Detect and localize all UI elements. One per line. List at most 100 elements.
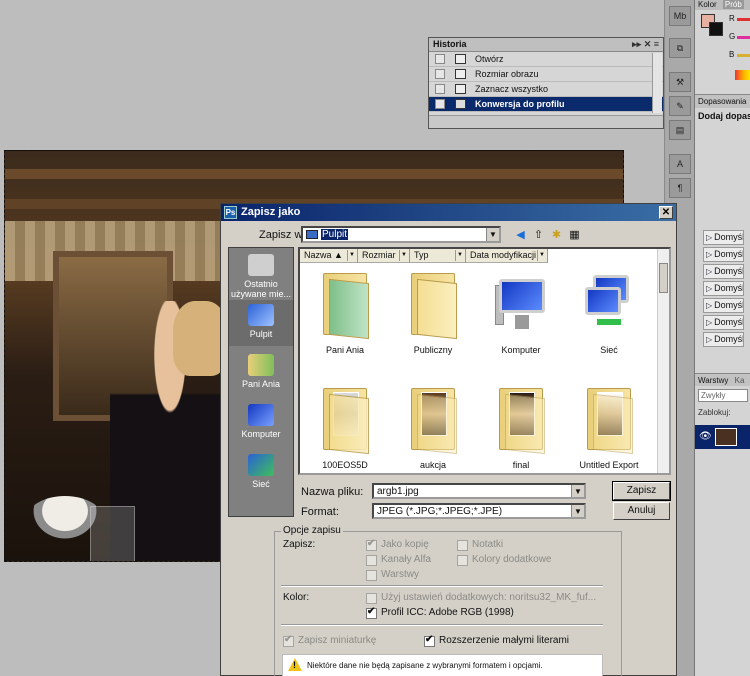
scrollbar-thumb[interactable] [659, 263, 668, 293]
column-header-date[interactable]: Data modyfikacji ▼ [466, 249, 548, 263]
file-item[interactable]: Untitled Export [569, 382, 649, 470]
alpha-channels-checkbox[interactable]: Kanały Alfa [366, 554, 431, 566]
b-slider[interactable] [737, 54, 750, 57]
tab-kolor[interactable]: Kolor [698, 0, 717, 9]
file-name-input[interactable]: argb1.jpg ▼ [372, 483, 586, 499]
tab-dopasowania[interactable]: Dopasowania [695, 94, 750, 108]
history-step[interactable]: Rozmiar obrazu [429, 67, 663, 82]
history-scrollbar[interactable] [652, 53, 662, 113]
folder-icon [407, 382, 459, 455]
spot-colors-checkbox[interactable]: Kolory dodatkowe [457, 554, 552, 566]
tab-kanaly[interactable]: Ka [735, 376, 745, 385]
layers-checkbox[interactable]: Warstwy [366, 569, 419, 581]
checkbox-label: Kanały Alfa [381, 554, 432, 565]
save-thumbnail-checkbox[interactable]: ✔ Zapisz miniaturkę [283, 634, 376, 647]
preset-item[interactable]: Domyśln [703, 332, 744, 347]
check-icon: ✔ [284, 634, 293, 645]
chevron-down-icon[interactable]: ▼ [399, 250, 408, 261]
preset-item[interactable]: Domyśln [703, 315, 744, 330]
preset-item[interactable]: Domyśln [703, 281, 744, 296]
lowercase-extension-checkbox[interactable]: ✔ Rozszerzenie małymi literami [424, 634, 569, 647]
photoshop-app-icon: Ps [224, 206, 237, 219]
column-header-size[interactable]: Rozmiar ▼ [358, 249, 410, 263]
snapshot-source-box[interactable] [435, 54, 445, 64]
color-ramp[interactable] [735, 70, 750, 80]
blend-mode-select[interactable]: Zwykły [698, 389, 748, 402]
view-menu-icon[interactable]: ▦ [567, 228, 582, 242]
icc-profile-checkbox[interactable]: ✔ Profil ICC: Adobe RGB (1998) [366, 606, 514, 619]
chevron-down-icon[interactable]: ▼ [571, 505, 584, 517]
clone-icon[interactable]: ▤ [669, 120, 691, 140]
column-header-type[interactable]: Typ ▼ [410, 249, 466, 263]
chevron-down-icon[interactable]: ▼ [347, 250, 356, 261]
file-item[interactable]: Pani Ania [305, 267, 385, 355]
history-step[interactable]: Zaznacz wszystko [429, 82, 663, 97]
save-in-select[interactable]: Pulpit ▼ [301, 226, 501, 243]
file-name: 100EOS5D [322, 460, 368, 470]
lock-label: Zablokuj: [698, 408, 731, 417]
divider [281, 585, 603, 587]
tools-icon[interactable]: ⚒ [669, 72, 691, 92]
color-panel: R G B [695, 10, 750, 82]
history-icon[interactable]: ⧉ [669, 38, 691, 58]
back-icon[interactable]: ◀ [513, 228, 528, 242]
history-step[interactable]: Otwórz [429, 52, 663, 67]
place-computer[interactable]: Komputer [229, 404, 293, 439]
cancel-button[interactable]: Anuluj [613, 502, 670, 520]
snapshot-source-box[interactable] [435, 99, 445, 109]
preset-item[interactable]: Domyśln [703, 298, 744, 313]
checkbox-label: Warstwy [381, 569, 419, 580]
chevron-down-icon[interactable]: ▼ [455, 250, 464, 261]
snapshot-source-box[interactable] [435, 84, 445, 94]
check-icon: ✔ [367, 606, 376, 617]
chevron-down-icon[interactable]: ▼ [537, 250, 546, 261]
checkbox-label: Profil ICC: Adobe RGB (1998) [381, 607, 514, 618]
place-network[interactable]: Sieć [229, 454, 293, 489]
eye-icon[interactable]: 👁 [699, 431, 712, 442]
brush-icon[interactable]: ✎ [669, 96, 691, 116]
chevron-down-icon[interactable]: ▼ [486, 228, 499, 241]
as-copy-checkbox[interactable]: ✔ Jako kopię [366, 538, 429, 551]
network-icon [583, 267, 635, 339]
save-button[interactable]: Zapisz [612, 481, 671, 501]
preset-item[interactable]: Domyśln [703, 264, 744, 279]
computer-icon [495, 267, 547, 339]
use-proof-setup-checkbox[interactable]: Użyj ustawień dodatkowych: noritsu32_MK_… [366, 592, 596, 604]
place-user[interactable]: Pani Ania [229, 354, 293, 389]
panel-menu-icon[interactable]: ▸▸ ✕ ≡ [632, 39, 659, 50]
folder-icon [583, 382, 635, 455]
file-item[interactable]: Komputer [481, 267, 561, 355]
dialog-title-bar[interactable]: Ps Zapisz jako ✕ [221, 204, 676, 221]
place-label: Komputer [241, 429, 281, 439]
place-recent[interactable]: Ostatnio używane mie... [229, 254, 293, 299]
preset-item[interactable]: Domyśln [703, 230, 744, 245]
layer-row[interactable]: 👁 [695, 425, 750, 449]
file-item[interactable]: Publiczny [393, 267, 473, 355]
new-folder-icon[interactable]: ✱ [549, 228, 564, 242]
tab-probki[interactable]: Prób [722, 0, 744, 9]
preset-item[interactable]: Domyśln [703, 247, 744, 262]
file-item[interactable]: final [481, 382, 561, 470]
snapshot-source-box[interactable] [435, 69, 445, 79]
format-select[interactable]: JPEG (*.JPG;*.JPEG;*.JPE) ▼ [372, 503, 586, 519]
file-item[interactable]: aukcja [393, 382, 473, 470]
notes-checkbox[interactable]: Notatki [457, 539, 503, 551]
paragraph-icon[interactable]: ¶ [669, 178, 691, 198]
history-step-selected[interactable]: Konwersja do profilu [429, 97, 663, 112]
file-item[interactable]: 100EOS5D [305, 382, 385, 470]
r-slider[interactable] [737, 18, 750, 21]
place-desktop[interactable]: Pulpit [229, 300, 293, 346]
file-list-scrollbar[interactable] [657, 249, 669, 473]
tab-warstwy[interactable]: Warstwy [698, 376, 728, 385]
character-icon[interactable]: A [669, 154, 691, 174]
close-button[interactable]: ✕ [659, 206, 673, 219]
chevron-down-icon[interactable]: ▼ [571, 485, 584, 497]
background-color-swatch[interactable] [709, 22, 723, 36]
check-icon: ✔ [367, 538, 376, 549]
file-item[interactable]: Sieć [569, 267, 649, 355]
column-header-name[interactable]: Nazwa ▲ ▼ [300, 249, 358, 263]
g-slider[interactable] [737, 36, 750, 39]
mini-bridge-icon[interactable]: Mb [669, 6, 691, 26]
up-folder-icon[interactable]: ⇧ [531, 228, 546, 242]
history-step-icon [455, 54, 466, 64]
